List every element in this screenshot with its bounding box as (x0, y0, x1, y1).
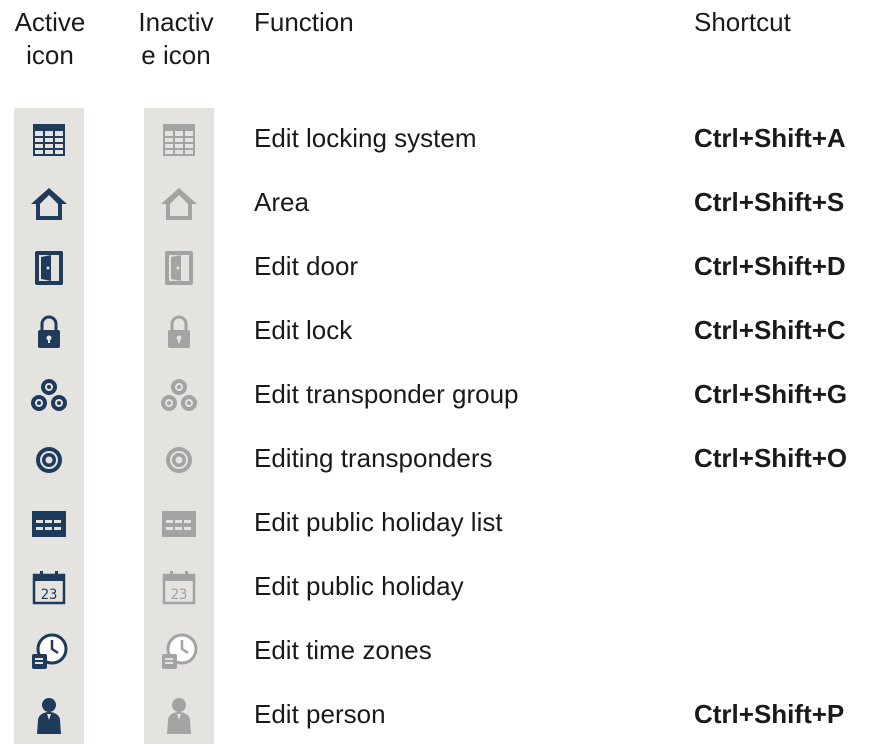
house-icon (157, 182, 201, 226)
header-function: Function (254, 7, 354, 37)
function-label: Edit locking system (254, 123, 477, 153)
shortcut-label: Ctrl+Shift+C (694, 315, 846, 345)
holiday-list-icon (27, 502, 71, 546)
table-row: Edit lock Ctrl+Shift+C (0, 300, 869, 364)
person-icon (27, 694, 71, 738)
padlock-icon (157, 310, 201, 354)
function-label: Edit time zones (254, 635, 432, 665)
person-icon (157, 694, 201, 738)
function-label: Edit door (254, 251, 359, 281)
transponder-group-icon (27, 374, 71, 418)
table-row: Edit locking system Ctrl+Shift+A (0, 108, 869, 172)
table-row: Edit transponder group Ctrl+Shift+G (0, 364, 869, 428)
padlock-icon (27, 310, 71, 354)
clock-icon (157, 630, 201, 674)
shortcut-label: Ctrl+Shift+O (694, 443, 848, 473)
clock-icon (27, 630, 71, 674)
function-label: Edit public holiday list (254, 507, 503, 537)
shortcut-label: Ctrl+Shift+G (694, 379, 848, 409)
table-row: 23 23 Edit public holiday (0, 556, 869, 620)
table-row: Edit time zones (0, 620, 869, 684)
grid-table-icon (157, 118, 201, 162)
shortcut-label: Ctrl+Shift+S (694, 187, 845, 217)
header-inactive-icon: Inactiv e icon (138, 7, 214, 70)
holiday-list-icon (157, 502, 201, 546)
table-row: Edit person Ctrl+Shift+P (0, 684, 869, 744)
header-active-icon: Active icon (14, 7, 86, 70)
function-label: Edit transponder group (254, 379, 519, 409)
function-label: Edit lock (254, 315, 353, 345)
grid-table-icon (27, 118, 71, 162)
function-label: Area (254, 187, 309, 217)
table-row: Edit public holiday list (0, 492, 869, 556)
calendar-day-number: 23 (171, 587, 188, 603)
shortcut-label: Ctrl+Shift+A (694, 123, 846, 153)
door-icon (157, 246, 201, 290)
table-row: Edit door Ctrl+Shift+D (0, 236, 869, 300)
transponder-icon (157, 438, 201, 482)
function-label: Editing transponders (254, 443, 493, 473)
transponder-group-icon (157, 374, 201, 418)
table-row: Editing transponders Ctrl+Shift+O (0, 428, 869, 492)
house-icon (27, 182, 71, 226)
calendar-icon: 23 (27, 566, 71, 610)
door-icon (27, 246, 71, 290)
calendar-icon: 23 (157, 566, 201, 610)
transponder-icon (27, 438, 71, 482)
function-label: Edit person (254, 699, 386, 729)
header-shortcut: Shortcut (694, 7, 791, 37)
shortcut-label: Ctrl+Shift+P (694, 699, 845, 729)
function-label: Edit public holiday (254, 571, 464, 601)
table-row: Area Ctrl+Shift+S (0, 172, 869, 236)
shortcut-label: Ctrl+Shift+D (694, 251, 846, 281)
calendar-day-number: 23 (41, 587, 58, 603)
